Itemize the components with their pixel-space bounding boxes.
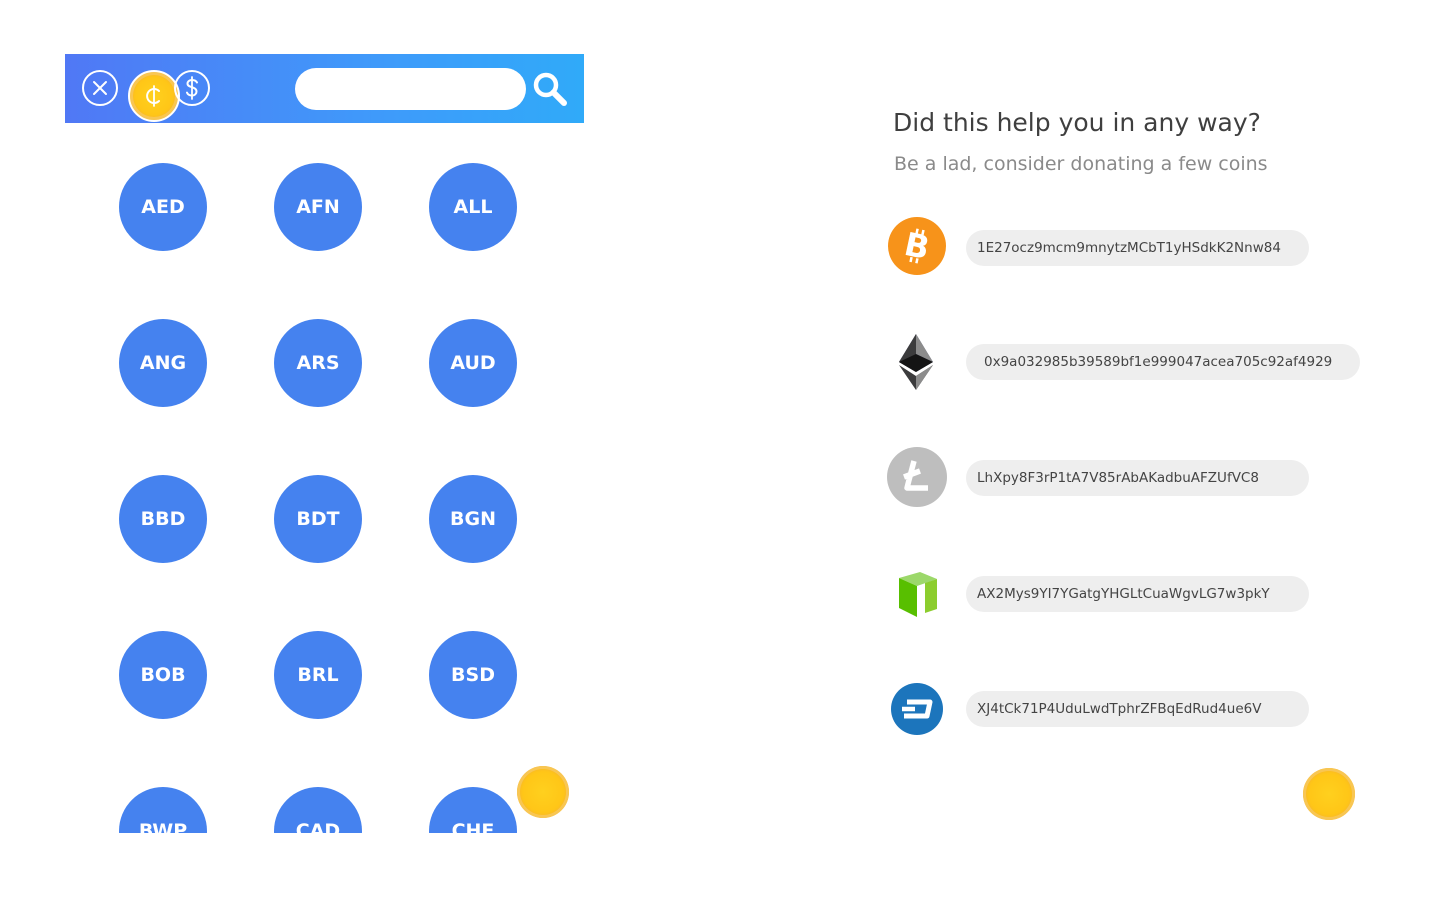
ethereum-address[interactable]: 0x9a032985b39589bf1e999047acea705c92af49… [966,344,1360,380]
currency-button-bbd[interactable]: BBD [119,475,207,563]
currency-button-bsd[interactable]: BSD [429,631,517,719]
dollar-circle-icon[interactable] [174,70,210,106]
close-circle-icon[interactable] [82,70,118,106]
donate-subtitle: Be a lad, consider donating a few coins [894,153,1268,175]
currency-button-aed[interactable]: AED [119,163,207,251]
currency-button-aud[interactable]: AUD [429,319,517,407]
currency-button-all[interactable]: ALL [429,163,517,251]
currency-list[interactable]: AED AFN ALL ANG ARS AUD BBD BDT BGN BOB BRL BSD BWP C… [65,123,584,833]
search-icon[interactable] [531,70,569,108]
litecoin-icon [887,447,947,507]
gold-coin-icon [1303,768,1355,820]
currency-button-bgn[interactable]: BGN [429,475,517,563]
neo-icon [887,565,947,625]
currency-button-bwp[interactable]: BWP [119,787,207,833]
currency-button-brl[interactable]: BRL [274,631,362,719]
currency-button-chf[interactable]: CHF [429,787,517,833]
neo-address[interactable]: AX2Mys9YI7YGatgYHGLtCuaWgvLG7w3pkY [966,576,1309,612]
currency-button-bdt[interactable]: BDT [274,475,362,563]
currency-button-ars[interactable]: ARS [274,319,362,407]
gold-coin-icon [517,766,569,818]
currency-button-afn[interactable]: AFN [274,163,362,251]
donate-title: Did this help you in any way? [893,108,1261,137]
ethereum-icon [886,332,946,392]
bitcoin-address[interactable]: 1E27ocz9mcm9mnytzMCbT1yHSdkK2Nnw84 [966,230,1309,266]
currency-grid: AED AFN ALL ANG ARS AUD BBD BDT BGN BOB BRL BSD BWP C… [119,163,517,833]
currency-button-cad[interactable]: CAD [274,787,362,833]
dash-address[interactable]: XJ4tCk71P4UduLwdTphrZFBqEdRud4ue6V [966,691,1309,727]
bitcoin-icon: B [887,216,947,276]
currency-button-bob[interactable]: BOB [119,631,207,719]
cedi-coin-icon[interactable] [128,70,180,122]
search-input[interactable] [295,68,526,110]
currency-button-ang[interactable]: ANG [119,319,207,407]
currency-toolbar [65,54,584,123]
dash-icon [887,679,947,739]
litecoin-address[interactable]: LhXpy8F3rP1tA7V85rAbAKadbuAFZUfVC8 [966,460,1309,496]
